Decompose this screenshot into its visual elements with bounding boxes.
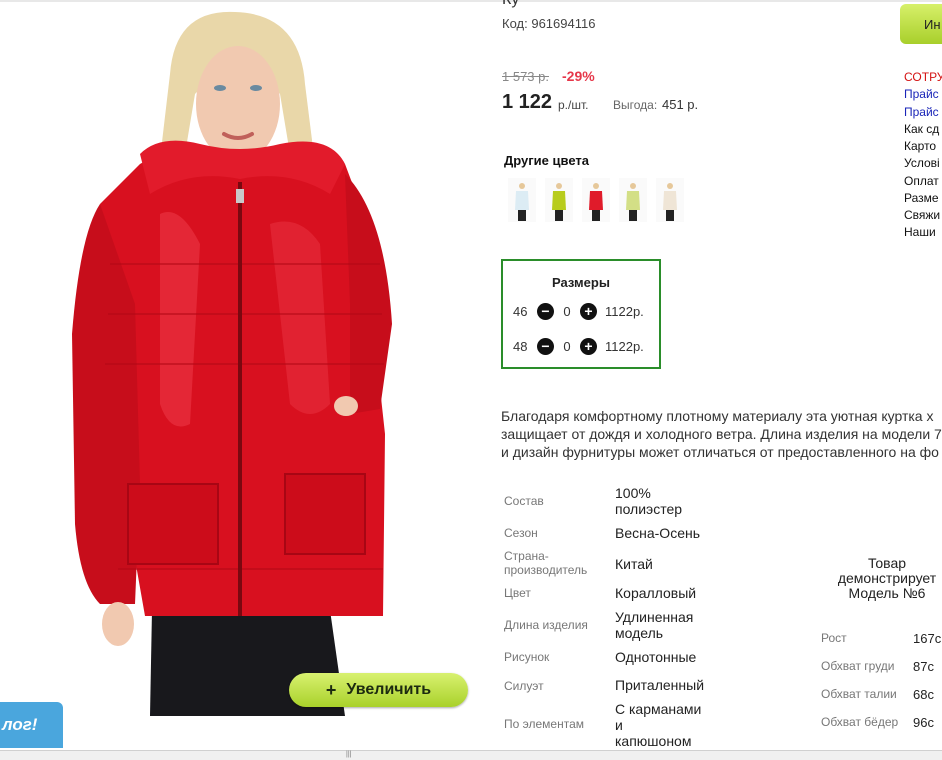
- size-quantity[interactable]: 0: [554, 339, 580, 354]
- spec-value: С карманами и капюшоном: [615, 701, 702, 749]
- spec-value: Весна-Осень: [615, 525, 701, 541]
- spec-value: Китай: [615, 556, 653, 572]
- sidebar-link[interactable]: Карто: [904, 140, 936, 153]
- product-code-value: 961694116: [531, 16, 596, 31]
- spec-label: Силуэт: [504, 679, 544, 693]
- product-code-label: Код:: [502, 16, 528, 31]
- current-price: 1 122: [502, 91, 553, 113]
- sidebar-link[interactable]: Разме: [904, 192, 939, 205]
- model-value: 68с: [913, 687, 934, 702]
- model-label: Рост: [821, 631, 847, 645]
- product-description: Благодаря комфортному плотному материалу…: [501, 407, 942, 461]
- size-row: 48 − 0 + 1122р.: [513, 336, 644, 356]
- price-unit: р./шт.: [558, 98, 589, 112]
- product-code: Код: 961694116: [502, 16, 595, 31]
- spec-label: Сезон: [504, 526, 538, 540]
- spec-label: По элементам: [504, 717, 585, 731]
- minus-icon[interactable]: −: [537, 302, 554, 320]
- spec-label: Длина изделия: [504, 618, 588, 632]
- product-photo[interactable]: [0, 4, 480, 716]
- model-label: Обхват талии: [821, 687, 897, 701]
- spec-label: Состав: [504, 494, 544, 508]
- discount-badge: -29%: [562, 68, 595, 84]
- spec-value: Приталенный: [615, 677, 705, 693]
- spec-label: Цвет: [504, 586, 531, 600]
- color-swatches: [508, 178, 684, 222]
- model-value: 96с: [913, 715, 934, 730]
- model-value: 167с: [913, 631, 942, 646]
- size-number: 46: [513, 303, 528, 319]
- model-label: Обхват груди: [821, 659, 895, 673]
- sizes-box: Размеры 46 − 0 + 1122р. 48 − 0 + 1122р.: [501, 259, 661, 369]
- size-price: 1122р.: [605, 303, 644, 319]
- plus-icon[interactable]: +: [580, 302, 597, 320]
- sidebar-link[interactable]: СОТРУ: [904, 71, 942, 84]
- savings-label: Выгода:: [613, 98, 658, 112]
- savings-value: 451 р.: [662, 97, 699, 112]
- color-swatch[interactable]: [619, 178, 647, 222]
- minus-icon[interactable]: −: [537, 337, 554, 355]
- scrollbar-grip-icon[interactable]: |||: [346, 751, 356, 758]
- spec-value: Удлиненная модель: [615, 609, 694, 641]
- product-title: Ку: [502, 0, 519, 9]
- color-swatch[interactable]: [656, 178, 684, 222]
- sidebar-link[interactable]: Прайс: [904, 106, 939, 119]
- spec-value: 100% полиэстер: [615, 485, 683, 517]
- zoom-button[interactable]: + Увеличить: [289, 673, 468, 707]
- sizes-title: Размеры: [552, 275, 610, 290]
- old-price: 1 573 р.: [502, 69, 549, 84]
- description-line: и дизайн фурнитуры может отличаться от п…: [501, 444, 939, 460]
- size-number: 48: [513, 338, 528, 354]
- top-border: [0, 0, 942, 2]
- spec-label: Рисунок: [504, 650, 550, 664]
- size-row: 46 − 0 + 1122р.: [513, 301, 644, 321]
- spec-value: Однотонные: [615, 649, 697, 665]
- sidebar-link[interactable]: Как сд: [904, 123, 939, 136]
- sidebar-link[interactable]: Прайс: [904, 88, 939, 101]
- spec-label: Страна- производитель: [504, 549, 588, 577]
- sidebar-link[interactable]: Свяжи: [904, 209, 940, 222]
- catalog-tab[interactable]: лог!: [0, 702, 63, 748]
- sidebar-green-button[interactable]: Ин: [900, 4, 942, 44]
- color-swatch[interactable]: [508, 178, 536, 222]
- model-title: Товар демонстрирует Модель №6: [837, 555, 937, 601]
- color-swatch[interactable]: [545, 178, 573, 222]
- other-colors-title: Другие цвета: [504, 153, 589, 168]
- size-quantity[interactable]: 0: [554, 304, 580, 319]
- sidebar-link[interactable]: Оплат: [904, 175, 939, 188]
- plus-icon[interactable]: +: [580, 337, 597, 355]
- description-line: Благодаря комфортному плотному материалу…: [501, 408, 934, 424]
- size-price: 1122р.: [605, 338, 644, 354]
- sidebar-link[interactable]: Наши: [904, 226, 936, 239]
- plus-icon: +: [325, 679, 337, 700]
- zoom-button-label: Увеличить: [346, 681, 432, 698]
- description-line: защищает от дождя и холодного ветра. Дли…: [501, 426, 942, 442]
- model-value: 87с: [913, 659, 934, 674]
- color-swatch[interactable]: [582, 178, 610, 222]
- sidebar-link[interactable]: Услові: [904, 157, 940, 170]
- model-label: Обхват бёдер: [821, 715, 899, 729]
- spec-value: Коралловый: [615, 585, 697, 601]
